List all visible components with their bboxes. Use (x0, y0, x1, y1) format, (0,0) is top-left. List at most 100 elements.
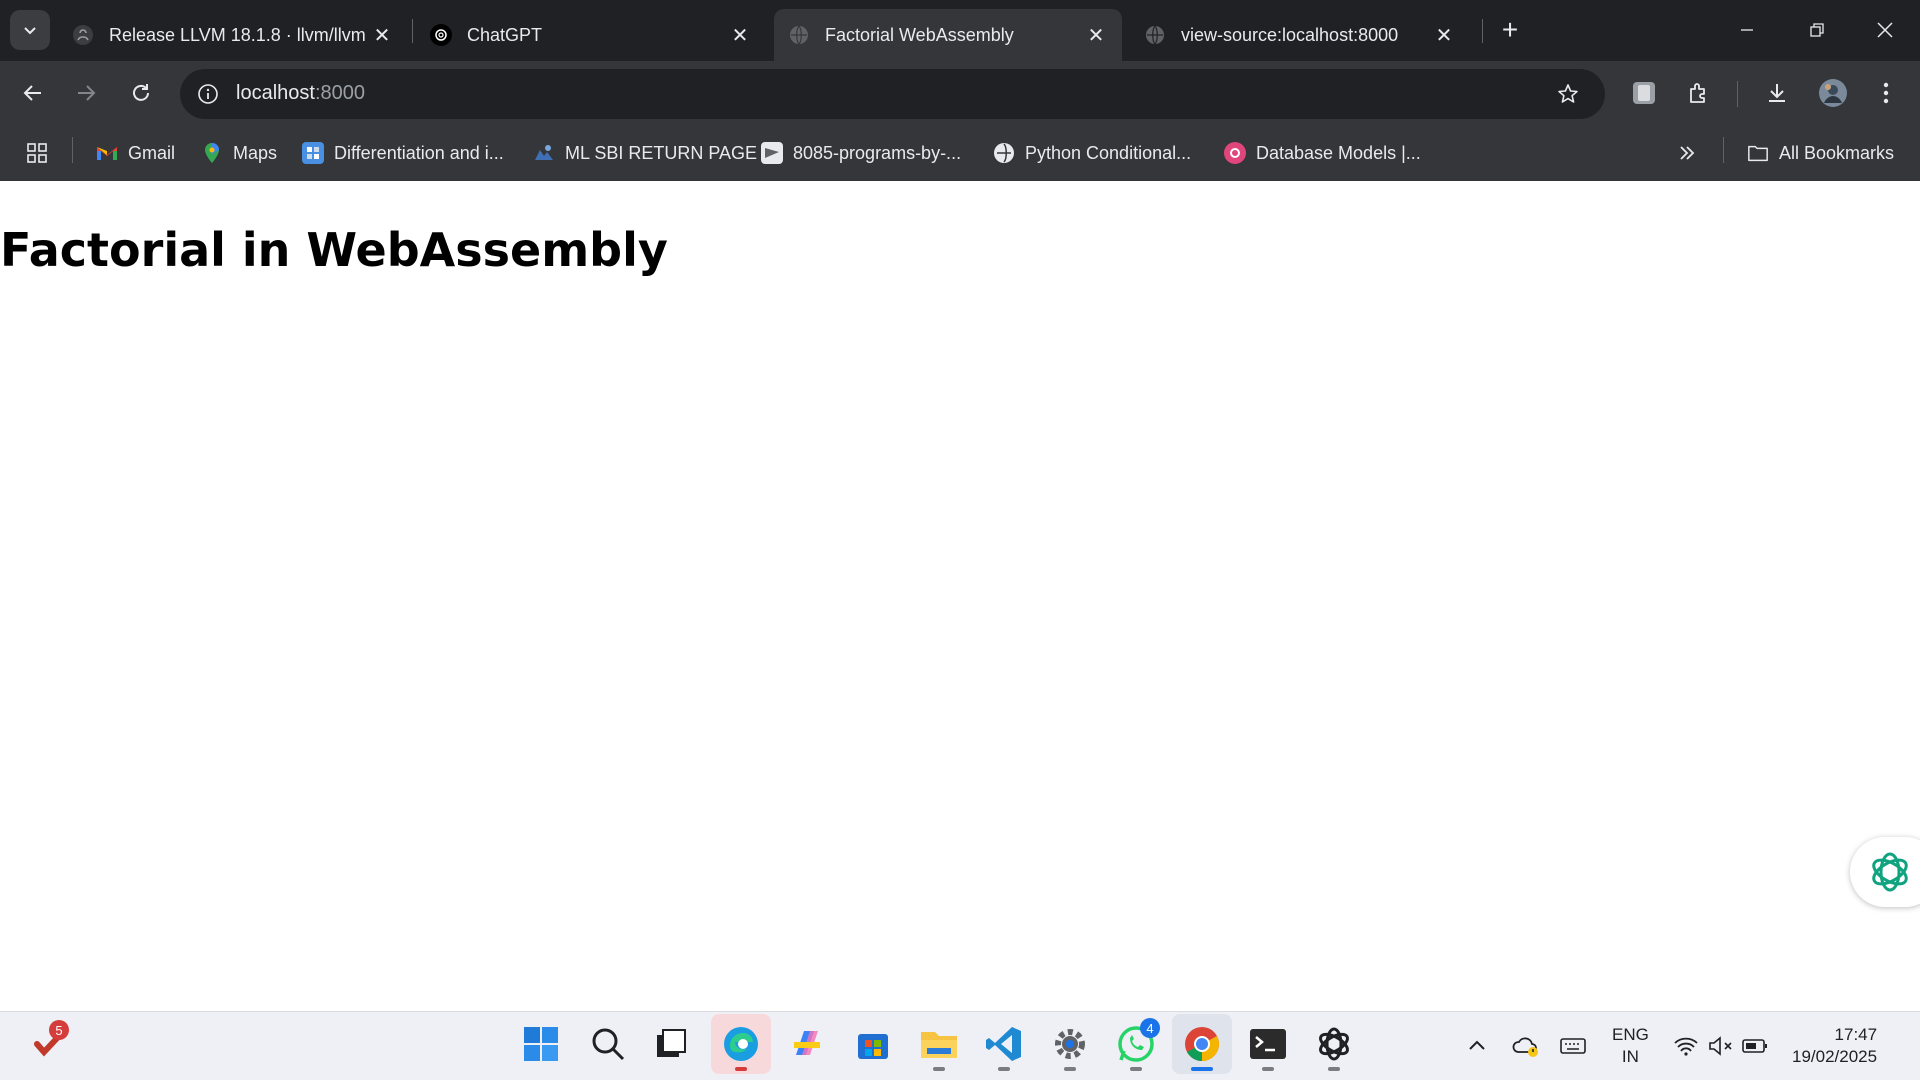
taskbar-copilot[interactable] (777, 1014, 837, 1074)
running-indicator (1328, 1067, 1340, 1071)
start-button[interactable] (511, 1014, 571, 1074)
page-content: Factorial in WebAssembly (0, 181, 1920, 1011)
bookmark-ml-sbi[interactable]: ML SBI RETURN PAGE (533, 137, 757, 169)
apps-button[interactable] (26, 137, 48, 169)
more-bookmarks-button[interactable] (1678, 137, 1696, 169)
chatgpt-sidebar-button[interactable] (1850, 837, 1920, 907)
extensions-menu-button[interactable] (1679, 73, 1719, 113)
bookmark-label: Gmail (128, 142, 176, 163)
bookmark-differentiation[interactable]: Differentiation and i... (302, 137, 504, 169)
quick-settings-tray[interactable] (1673, 1011, 1769, 1080)
bookmark-label: Differentiation and i... (334, 142, 504, 163)
notification-badge: 5 (49, 1020, 69, 1040)
address-bar[interactable]: localhost:8000 (180, 69, 1605, 119)
taskbar-vscode[interactable] (974, 1014, 1034, 1074)
tab-strip: Release LLVM 18.1.8 · llvm/llvm ✕ ChatGP… (0, 0, 1920, 61)
site-icon (533, 142, 555, 164)
taskbar-chrome[interactable] (1172, 1014, 1232, 1074)
bookmark-maps[interactable]: Maps (201, 137, 277, 169)
new-tab-button[interactable]: + (1494, 12, 1526, 48)
taskbar-search[interactable] (578, 1014, 638, 1074)
clock-date: 19/02/2025 (1792, 1046, 1878, 1066)
chevron-up-icon (1469, 1040, 1485, 1050)
reload-button[interactable] (121, 73, 161, 113)
show-hidden-icons-button[interactable] (1466, 1011, 1488, 1080)
chrome-icon (1185, 1027, 1219, 1061)
running-indicator (1130, 1067, 1142, 1071)
downloads-button[interactable] (1757, 73, 1797, 113)
profile-button[interactable] (1813, 73, 1853, 113)
language-indicator: ENG IN (1612, 1024, 1649, 1068)
tab-chatgpt[interactable]: ChatGPT ✕ (416, 9, 766, 61)
taskbar-settings[interactable] (1040, 1014, 1100, 1074)
chrome-menu-button[interactable] (1866, 73, 1906, 113)
globe-icon (788, 24, 810, 46)
close-icon[interactable]: ✕ (728, 23, 752, 47)
extension-app-icon (1633, 82, 1655, 104)
url-text[interactable]: localhost:8000 (236, 82, 365, 105)
window-close-button[interactable] (1850, 0, 1920, 60)
taskbar-chatgpt[interactable] (1304, 1014, 1364, 1074)
volume-muted-icon (1709, 1035, 1732, 1056)
taskbar-todo-app[interactable]: 5 (19, 1014, 79, 1074)
close-icon[interactable]: ✕ (1084, 23, 1108, 47)
region-code: IN (1621, 1046, 1639, 1066)
url-host: localhost (236, 82, 315, 104)
page-heading: Factorial in WebAssembly (0, 223, 668, 277)
all-bookmarks-button[interactable]: All Bookmarks (1747, 137, 1894, 169)
taskbar-whatsapp[interactable]: 4 (1106, 1014, 1166, 1074)
terminal-icon (1250, 1029, 1286, 1059)
input-language-tray[interactable]: ENG IN (1612, 1011, 1649, 1080)
puzzle-icon (1690, 83, 1705, 103)
close-icon (1877, 22, 1893, 38)
taskbar-file-explorer[interactable] (909, 1014, 969, 1074)
arrow-left-icon (23, 85, 41, 101)
gmail-icon (96, 142, 118, 164)
clock-tray[interactable]: 17:47 19/02/2025 (1792, 1011, 1877, 1080)
site-info-button[interactable] (194, 80, 222, 108)
taskbar-terminal[interactable] (1238, 1014, 1298, 1074)
apps-grid-icon (27, 143, 47, 163)
bookmark-8085-programs[interactable]: 8085-programs-by-... (761, 137, 961, 169)
site-icon (993, 142, 1015, 164)
bookmark-label: 8085-programs-by-... (793, 142, 962, 163)
tab-view-source[interactable]: view-source:localhost:8000 ✕ (1130, 9, 1470, 61)
reload-icon (133, 84, 149, 101)
bookmark-label: Python Conditional... (1025, 142, 1192, 163)
minimize-button[interactable] (1712, 0, 1782, 60)
close-icon[interactable]: ✕ (370, 23, 394, 47)
edge-icon (724, 1027, 758, 1061)
github-icon (72, 24, 94, 46)
notification-badge: 4 (1140, 1018, 1160, 1038)
wifi-icon (1674, 1037, 1698, 1056)
cloud-warning-icon (1512, 1037, 1538, 1057)
clock: 17:47 19/02/2025 (1792, 1024, 1877, 1068)
bookmark-star-button[interactable] (1548, 74, 1588, 114)
bookmark-database-models[interactable]: Database Models |... (1224, 137, 1421, 169)
openai-icon (1319, 1027, 1349, 1061)
back-button[interactable] (13, 73, 53, 113)
tab-llvm-release[interactable]: Release LLVM 18.1.8 · llvm/llvm ✕ (58, 9, 408, 61)
tab-search-button[interactable] (10, 10, 50, 50)
tab-factorial-webassembly[interactable]: Factorial WebAssembly ✕ (774, 9, 1122, 61)
restore-button[interactable] (1782, 0, 1852, 60)
bookmark-gmail[interactable]: Gmail (96, 137, 175, 169)
site-icon (761, 142, 783, 164)
bookmark-label: Maps (233, 142, 278, 163)
taskbar-task-view[interactable] (641, 1014, 701, 1074)
close-icon[interactable]: ✕ (1432, 23, 1456, 47)
chevron-double-right-icon (1680, 146, 1695, 160)
running-indicator (1191, 1067, 1213, 1071)
site-icon (1224, 142, 1246, 164)
running-indicator (933, 1067, 945, 1071)
onedrive-tray[interactable] (1512, 1011, 1540, 1080)
forward-button[interactable] (66, 73, 106, 113)
bookmark-python-conditional[interactable]: Python Conditional... (993, 137, 1191, 169)
running-indicator (1064, 1067, 1076, 1071)
running-indicator (998, 1067, 1010, 1071)
touch-keyboard-tray[interactable] (1560, 1011, 1586, 1080)
taskbar-edge[interactable] (711, 1014, 771, 1074)
taskbar-store[interactable] (843, 1014, 903, 1074)
browser-toolbar: localhost:8000 (0, 61, 1920, 125)
extension-button[interactable] (1624, 73, 1664, 113)
